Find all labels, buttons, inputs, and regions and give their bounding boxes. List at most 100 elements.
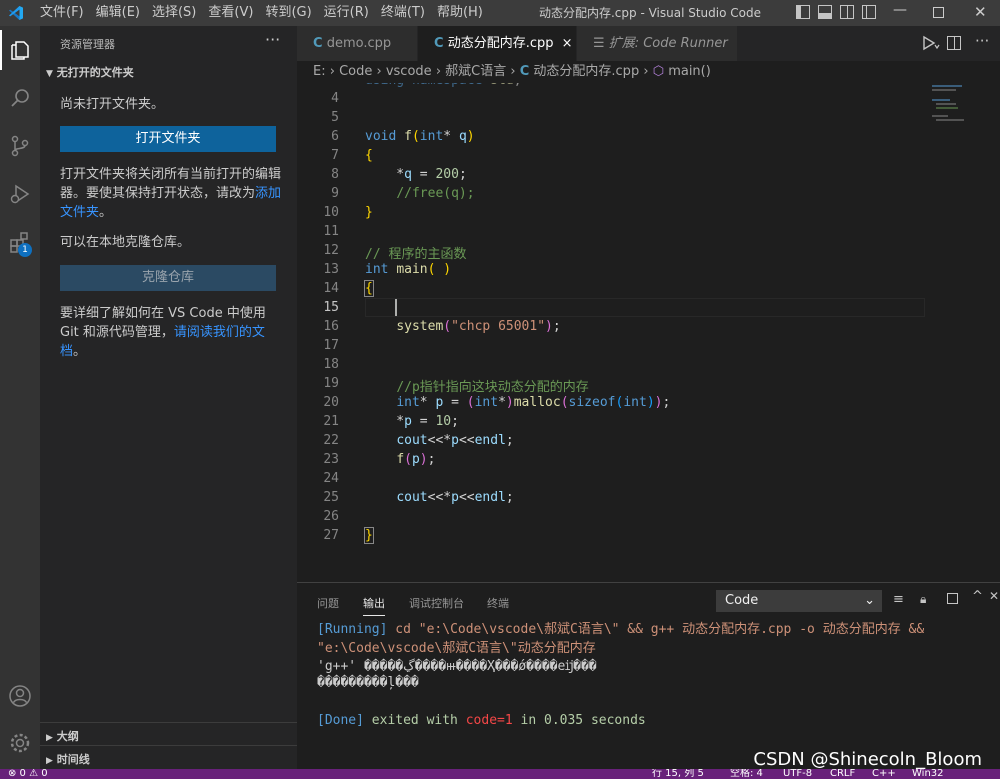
chevron-right-icon: › bbox=[329, 64, 340, 79]
line-number: 21 bbox=[323, 414, 339, 429]
code-editor[interactable]: using namespace std; 4 5 6 7 8 9 10 11 1… bbox=[297, 83, 1000, 582]
line-number: 22 bbox=[323, 433, 339, 448]
chevron-right-icon: › bbox=[376, 64, 386, 79]
close-note-text: 打开文件夹将关闭所有当前打开的编辑器。要使其保持打开状态，请改为 bbox=[60, 167, 282, 201]
output-line-done: [Done] exited with code=1 in 0.035 secon… bbox=[317, 713, 646, 728]
menu-file[interactable]: 文件(F) bbox=[34, 0, 90, 26]
menu-terminal[interactable]: 终端(T) bbox=[375, 0, 431, 26]
tab-demo-cpp[interactable]: C demo.cpp bbox=[297, 26, 417, 61]
eol-status[interactable]: CRLF bbox=[830, 769, 855, 779]
toggle-secondary-sidebar-icon[interactable] bbox=[840, 5, 854, 19]
tab-prefix: 扩展: bbox=[608, 36, 644, 51]
code-line: int* p = (int*)malloc(sizeof(int)); bbox=[396, 395, 671, 410]
close-panel-icon[interactable]: ✕ bbox=[989, 589, 999, 603]
code-line: int main( ) bbox=[365, 262, 452, 277]
more-actions-icon[interactable]: ··· bbox=[265, 30, 280, 49]
outline-section[interactable]: ▶ 大纲 bbox=[46, 728, 79, 744]
chevron-down-icon: ▼ bbox=[46, 69, 53, 79]
line-number: 25 bbox=[323, 490, 339, 505]
current-line-highlight bbox=[365, 298, 925, 317]
tab-code-runner[interactable]: ☰ 扩展: Code Runner bbox=[577, 26, 737, 61]
close-window-icon[interactable]: ✕ bbox=[974, 3, 987, 21]
code-line: { bbox=[365, 148, 373, 163]
explorer-icon[interactable] bbox=[0, 30, 40, 70]
breadcrumb-drive[interactable]: E: bbox=[313, 64, 326, 79]
search-icon[interactable] bbox=[0, 78, 40, 118]
line-number: 12 bbox=[323, 243, 339, 258]
tab-debug-console[interactable]: 调试控制台 bbox=[409, 595, 464, 611]
platform-status[interactable]: Win32 bbox=[912, 769, 944, 779]
maximize-icon[interactable] bbox=[933, 7, 944, 18]
menu-go[interactable]: 转到(G) bbox=[259, 0, 317, 26]
toggle-panel-icon[interactable] bbox=[818, 5, 832, 19]
menu-edit[interactable]: 编辑(E) bbox=[90, 0, 146, 26]
run-debug-icon[interactable] bbox=[0, 174, 40, 214]
tab-active-file[interactable]: C 动态分配内存.cpp × bbox=[418, 26, 576, 61]
code-line: //free(q); bbox=[396, 186, 475, 201]
cursor-position[interactable]: 行 15, 列 5 bbox=[652, 769, 704, 779]
chevron-right-icon: ▶ bbox=[46, 733, 53, 743]
extensions-icon[interactable] bbox=[0, 222, 40, 262]
divider bbox=[40, 745, 297, 746]
editor-more-icon[interactable]: ··· bbox=[975, 32, 989, 50]
clone-repo-button[interactable]: 克隆仓库 bbox=[60, 265, 276, 291]
split-editor-icon[interactable] bbox=[947, 36, 961, 50]
clear-output-icon[interactable]: ≡ bbox=[893, 592, 904, 607]
csdn-watermark: CSDN @Shinecoln_Bloom bbox=[753, 749, 982, 770]
timeline-section[interactable]: ▶ 时间线 bbox=[46, 751, 90, 767]
learn-note-end: 。 bbox=[73, 344, 87, 359]
settings-gear-icon[interactable] bbox=[0, 723, 40, 763]
menu-bar: 文件(F) 编辑(E) 选择(S) 查看(V) 转到(G) 运行(R) 终端(T… bbox=[34, 0, 489, 26]
tab-label: Code Runner bbox=[643, 36, 728, 51]
line-number: 26 bbox=[323, 509, 339, 524]
line-number: 19 bbox=[323, 376, 339, 391]
customize-layout-icon[interactable] bbox=[862, 5, 876, 19]
breadcrumb-symbol[interactable]: main() bbox=[668, 64, 711, 79]
done-text: exited with bbox=[363, 713, 466, 728]
explorer-header: 资源管理器 bbox=[60, 38, 115, 51]
lock-scroll-icon[interactable]: 🔒︎ bbox=[920, 592, 926, 607]
code-line: } bbox=[364, 527, 374, 544]
toggle-sidebar-icon[interactable] bbox=[796, 5, 810, 19]
output-line-running: [Running] cd "e:\Code\vscode\郝斌C语言\" && … bbox=[317, 618, 924, 637]
line-number: 4 bbox=[331, 91, 339, 106]
encoding-status[interactable]: UTF-8 bbox=[783, 769, 812, 779]
output-line-garbled: 'g++' �����ڲ����ⲿ����Ҳ���ǿ����еĳ��� bbox=[317, 659, 597, 674]
breadcrumb-folder[interactable]: 郝斌C语言 bbox=[445, 64, 506, 79]
no-folder-text: 尚未打开文件夹。 bbox=[60, 97, 165, 112]
minimap[interactable] bbox=[930, 83, 1000, 153]
menu-run[interactable]: 运行(R) bbox=[318, 0, 375, 26]
source-control-icon[interactable] bbox=[0, 126, 40, 166]
breadcrumb-vscode[interactable]: vscode bbox=[386, 64, 432, 79]
code-line: //p指针指向这块动态分配的内存 bbox=[396, 380, 589, 395]
close-tab-icon[interactable]: × bbox=[562, 36, 573, 51]
code-line: f(p); bbox=[396, 452, 436, 467]
output-channel-select[interactable]: Code ⌄ bbox=[716, 590, 882, 612]
no-folder-section[interactable]: ▼ 无打开的文件夹 bbox=[46, 64, 134, 80]
menu-help[interactable]: 帮助(H) bbox=[431, 0, 489, 26]
menu-view[interactable]: 查看(V) bbox=[202, 0, 259, 26]
tab-terminal[interactable]: 终端 bbox=[487, 595, 509, 611]
tab-output[interactable]: 输出 bbox=[363, 595, 385, 616]
code-line: *p = 10; bbox=[365, 414, 459, 429]
tab-problems[interactable]: 问题 bbox=[317, 595, 339, 611]
problems-status[interactable]: ⊗ 0 ⚠ 0 bbox=[8, 769, 48, 779]
tab-label: 动态分配内存.cpp bbox=[447, 36, 554, 51]
maximize-panel-icon[interactable]: ^ bbox=[972, 589, 983, 604]
method-icon: ⬡ bbox=[652, 64, 665, 79]
run-code-icon[interactable] bbox=[922, 35, 940, 51]
indentation-status[interactable]: 空格: 4 bbox=[730, 769, 763, 779]
open-folder-button[interactable]: 打开文件夹 bbox=[60, 126, 276, 152]
line-number: 20 bbox=[323, 395, 339, 410]
open-in-editor-icon[interactable] bbox=[947, 593, 958, 604]
menu-selection[interactable]: 选择(S) bbox=[146, 0, 202, 26]
line-number: 13 bbox=[323, 262, 339, 277]
chevron-right-icon: › bbox=[435, 64, 446, 79]
breadcrumb-file[interactable]: 动态分配内存.cpp bbox=[533, 64, 639, 79]
language-status[interactable]: C++ bbox=[872, 769, 896, 779]
breadcrumb-code[interactable]: Code bbox=[339, 64, 372, 79]
account-icon[interactable] bbox=[0, 676, 40, 716]
minimize-icon[interactable]: — bbox=[893, 2, 907, 18]
line-number: 18 bbox=[323, 357, 339, 372]
code-line: system("chcp 65001"); bbox=[396, 319, 561, 334]
